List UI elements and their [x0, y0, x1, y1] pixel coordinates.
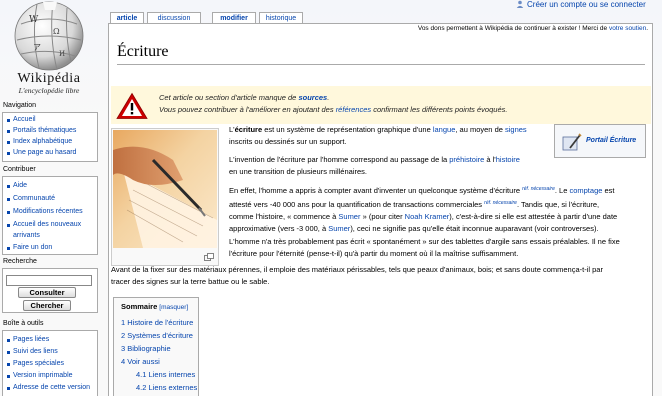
sidebar-item-adresse[interactable]: Adresse de cette version [13, 383, 90, 393]
noah-kramer-link[interactable]: Noah Kramer [405, 212, 450, 221]
sidebar-item-communaute[interactable]: Communauté [13, 194, 55, 204]
bullet [7, 211, 10, 214]
sidebar-item-hasard[interactable]: Une page au hasard [13, 148, 76, 158]
scrollbar[interactable] [654, 0, 662, 396]
paragraph-intro: L'écriture est un système de représentat… [229, 125, 527, 146]
paragraph-materiaux: Avant de la fixer sur des matériaux pére… [111, 265, 603, 286]
user-icon [516, 0, 524, 8]
sidebar-item-modifications[interactable]: Modifications récentes [13, 207, 83, 217]
table-of-contents: Sommaire [masquer] 1 Histoire de l'écritu… [113, 297, 199, 396]
toc-title: Sommaire [masquer] [121, 302, 189, 311]
create-account-link[interactable]: Créer un compte ou se connecter [527, 0, 646, 9]
bullet [7, 375, 10, 378]
thumbnail [111, 128, 219, 266]
toc-toggle[interactable]: [masquer] [159, 304, 188, 311]
bullet [7, 152, 10, 155]
sumer-link[interactable]: Sumer [328, 224, 350, 233]
toc-item[interactable]: 4.2 Liens externes [136, 383, 197, 392]
search-button[interactable]: Chercher [23, 300, 71, 311]
bullet [7, 119, 10, 122]
bullet [7, 387, 10, 390]
content-area: Vos dons permettent à Wikipédia de conti… [108, 23, 653, 396]
recherche-heading: Recherche [3, 258, 37, 265]
sidebar-item-portails[interactable]: Portails thématiques [13, 126, 76, 136]
paragraph-tablettes: L'homme n'a très probablement pas écrit … [229, 237, 620, 258]
contribuer-heading: Contribuer [3, 166, 36, 173]
sidebar-item-don[interactable]: Faire un don [13, 243, 52, 253]
bullet [7, 185, 10, 188]
sidebar-item-nouveaux-cont[interactable]: arrivants [13, 231, 40, 241]
paragraph-invention: L'invention de l'écriture par l'homme co… [229, 155, 520, 176]
sidebar-item-imprimable[interactable]: Version imprimable [13, 371, 73, 381]
comptage-link[interactable]: comptage [569, 186, 602, 195]
portail-box[interactable]: Portail Écriture [554, 124, 646, 158]
contribuer-portlet: Aide Communauté Modifications récentes A… [2, 176, 98, 255]
bullet [7, 141, 10, 144]
go-button[interactable]: Consulter [18, 287, 76, 298]
globe-puzzle-icon: W Ω ア И [14, 1, 84, 71]
sidebar-item-accueil[interactable]: Accueil [13, 115, 36, 125]
bullet [7, 351, 10, 354]
portail-label: Portail Écriture [586, 137, 637, 144]
sources-link[interactable]: sources [298, 93, 327, 102]
ref-needed-tag[interactable]: réf. nécessaire [522, 186, 555, 192]
logo-tagline: L'encyclopédie libre [18, 86, 80, 95]
ref-needed-tag[interactable]: réf. nécessaire [484, 200, 517, 206]
page-title: Écriture [117, 42, 645, 65]
paragraph-comptage: En effet, l'homme a appris à compter ava… [229, 186, 618, 233]
signes-link[interactable]: signes [505, 125, 527, 134]
site-logo[interactable]: W Ω ア И Wikipédia L'encyclopédie libre [0, 0, 98, 99]
logo-wordmark: Wikipédia [17, 71, 81, 86]
langue-link[interactable]: langue [433, 125, 456, 134]
sidebar-item-speciales[interactable]: Pages spéciales [13, 359, 64, 369]
warning-banner: Cet article ou section d'article manque … [111, 86, 651, 124]
portail-ink-icon [562, 133, 582, 151]
sidebar-item-nouveaux[interactable]: Accueil des nouveaux [13, 220, 81, 230]
navigation-portlet: Accueil Portails thématiques Index alpha… [2, 112, 98, 162]
bullet [7, 130, 10, 133]
sidebar-item-index[interactable]: Index alphabétique [13, 137, 72, 147]
histoire-link[interactable]: histoire [496, 155, 520, 164]
personal-bar: Créer un compte ou se connecter [516, 0, 662, 10]
references-link[interactable]: références [336, 105, 371, 114]
toc-item[interactable]: 4.1 Liens internes [136, 370, 195, 379]
search-input[interactable] [6, 275, 92, 286]
sidebar-item-suivi[interactable]: Suivi des liens [13, 347, 58, 357]
bullet [7, 224, 10, 227]
bullet [7, 363, 10, 366]
bullet [7, 247, 10, 250]
toc-item[interactable]: 1 Histoire de l'écriture [121, 318, 193, 327]
warning-text: Cet article ou section d'article manque … [159, 93, 508, 114]
sumer-link[interactable]: Sumer [338, 212, 360, 221]
site-notice: Vos dons permettent à Wikipédia de conti… [417, 25, 648, 32]
toc-item[interactable]: 3 Bibliographie [121, 344, 171, 353]
handwriting-photo[interactable] [113, 130, 217, 248]
magnify-clip-icon[interactable] [204, 253, 214, 261]
toc-item[interactable]: 2 Systèmes d'écriture [121, 331, 193, 340]
warning-triangle-icon [116, 92, 148, 119]
sidebar-item-aide[interactable]: Aide [13, 181, 27, 191]
navigation-heading: Navigation [3, 102, 37, 109]
bullet [7, 198, 10, 201]
sidebar-item-pages-liees[interactable]: Pages liées [13, 335, 49, 345]
prehistoire-link[interactable]: préhistoire [449, 155, 484, 164]
toolbox-heading: Boîte à outils [3, 320, 44, 327]
toolbox-portlet: Pages liées Suivi des liens Pages spécia… [2, 330, 98, 396]
bullet [7, 339, 10, 342]
donate-link[interactable]: votre soutien [609, 25, 646, 32]
toc-item[interactable]: 4 Voir aussi [121, 357, 160, 366]
svg-text:W: W [29, 15, 39, 25]
svg-text:Ω: Ω [53, 27, 60, 36]
svg-text:И: И [59, 50, 65, 58]
svg-text:ア: ア [33, 43, 41, 52]
